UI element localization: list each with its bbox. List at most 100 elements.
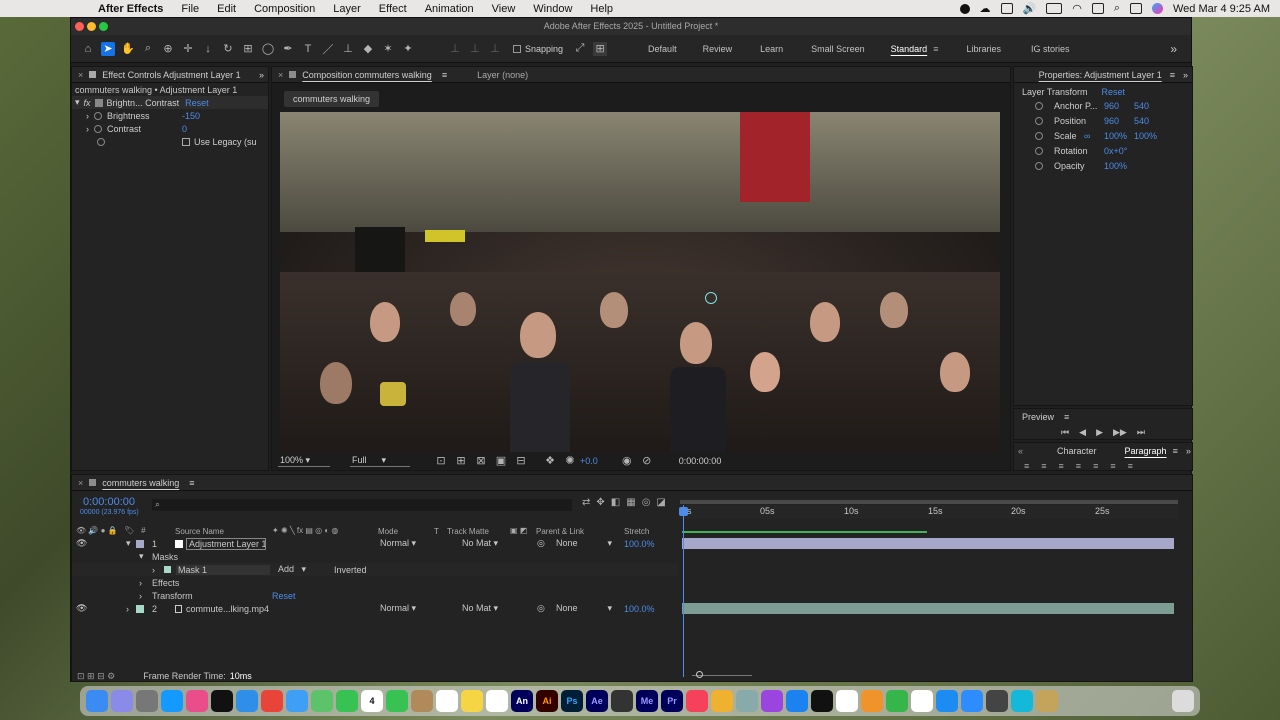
pick-whip-icon[interactable]: ◎ [537,538,545,549]
display-icon[interactable] [1000,3,1013,14]
panel-menu-icon[interactable]: ≡ [1173,446,1178,456]
spotlight-icon[interactable]: ⌕ [1114,2,1120,15]
effects-group-row[interactable]: › Effects [72,576,678,589]
playhead[interactable] [683,505,684,677]
trash-icon[interactable] [1172,690,1194,712]
region-of-interest-icon[interactable]: ▣ [494,454,508,468]
workspace-default[interactable]: Default [638,44,687,54]
justify-all-icon[interactable]: ≡ [1128,461,1133,471]
justify-last-center-icon[interactable]: ≡ [1093,461,1098,471]
after-effects-app-icon[interactable]: Ae [586,690,608,712]
align-left-icon[interactable]: ≡ [1024,461,1029,471]
panel-menu-icon[interactable]: ≡ [1064,412,1069,422]
axis-world-icon[interactable]: ⊥ [468,42,482,56]
parent-dropdown[interactable]: None ▾ [556,603,612,614]
numbers-icon[interactable] [886,690,908,712]
snapping-checkbox[interactable] [513,44,521,53]
brush-tool-icon[interactable]: ／ [321,42,335,56]
system-settings-icon[interactable] [136,690,158,712]
zoom-window-button[interactable] [99,22,108,31]
premiere-app-icon[interactable]: Pr [661,690,683,712]
chevron-right-icon[interactable]: › [139,578,142,588]
panel-overflow-icon[interactable]: » [259,70,264,80]
mode-dropdown[interactable]: Normal ▾ [380,603,416,614]
play-icon[interactable]: ▶ [1096,427,1103,438]
menubar-clock[interactable]: Wed Mar 4 9:25 AM [1173,3,1270,15]
stopwatch-icon[interactable] [1035,116,1043,125]
stretch-value[interactable]: 100.0% [624,539,655,549]
messages-icon[interactable] [386,690,408,712]
first-frame-icon[interactable]: ⏮ [1061,427,1069,438]
keynote-icon[interactable] [786,690,808,712]
contrast-value[interactable]: 0 [182,124,187,134]
roto-brush-icon[interactable]: ✶ [381,42,395,56]
chevron-right-icon[interactable]: › [152,565,155,575]
app-store-icon[interactable] [936,690,958,712]
eraser-tool-icon[interactable]: ◆ [361,42,375,56]
mask-color-swatch[interactable] [164,566,171,573]
stretch-value[interactable]: 100.0% [624,604,655,614]
playhead-handle[interactable] [679,507,688,516]
exposure-icon[interactable]: ✺ [563,454,577,468]
column-header-track-matte[interactable]: Track Matte [447,527,489,536]
record-icon[interactable] [959,3,970,14]
rotate-tool-icon[interactable]: ↻ [221,42,235,56]
adjustment-layer-track[interactable] [682,538,1174,549]
expand-chevron-icon[interactable]: ▾ [126,538,131,549]
tab-overflow-icon[interactable]: « [1018,446,1023,456]
folder-icon[interactable] [1036,690,1058,712]
home-icon[interactable]: ⌂ [81,42,95,56]
track-matte-dropdown[interactable]: No Mat ▾ [462,603,498,614]
mode-dropdown[interactable]: Normal ▾ [380,538,416,549]
maps-icon[interactable] [311,690,333,712]
column-header-stretch[interactable]: Stretch [624,527,649,536]
stopwatch-icon[interactable] [1035,101,1043,110]
freeform-icon[interactable] [486,690,508,712]
menu-window[interactable]: Window [524,3,581,15]
type-tool-icon[interactable]: T [301,42,315,56]
mask-mode-dropdown[interactable]: Add ▾ [278,564,306,575]
video-layer-track[interactable] [682,603,1174,614]
close-panel-icon[interactable]: × [78,70,83,80]
mask-visibility-icon[interactable]: ⊠ [474,454,488,468]
prev-frame-icon[interactable]: ◀ [1079,427,1086,438]
axis-local-icon[interactable]: ⊥ [448,42,462,56]
workspace-overflow-icon[interactable]: » [1170,42,1177,56]
menu-layer[interactable]: Layer [324,3,370,15]
minimize-window-button[interactable] [87,22,96,31]
workspace-standard[interactable]: Standard [881,44,934,54]
selection-tool-icon[interactable]: ➤ [101,41,115,56]
constrain-link-icon[interactable]: ∞ [1084,131,1100,141]
tab-character[interactable]: Character [1057,446,1097,456]
column-header-source-name[interactable]: Source Name [175,527,224,536]
downloads-icon[interactable] [1011,690,1033,712]
illustrator-app-icon[interactable]: Ai [536,690,558,712]
panel-overflow-icon[interactable]: » [1183,70,1188,80]
inverted-label[interactable]: Inverted [334,565,367,575]
photos-icon[interactable] [711,690,733,712]
scale-y-value[interactable]: 100% [1134,131,1157,141]
fx-icon[interactable]: fx [84,98,91,108]
battery-icon[interactable] [1046,3,1063,14]
workspace-menu-icon[interactable]: ≡ [933,44,938,54]
calendar-icon[interactable]: 4 [361,690,383,712]
panel-menu-icon[interactable]: ≡ [189,478,194,488]
resolution-dropdown[interactable]: Full ▾ [350,455,410,467]
comp-mini-flowchart-icon[interactable]: ⇄ [582,497,590,508]
composition-viewer-frame[interactable] [280,112,1000,452]
finder-icon[interactable] [86,690,108,712]
transform-group-row[interactable]: › Transform Reset [72,589,678,602]
fast-previews-icon[interactable]: ⊡ [434,454,448,468]
layer-name[interactable]: commute...lking.mp4 [186,604,269,614]
tab-paragraph[interactable]: Paragraph [1125,446,1167,456]
guides-icon[interactable]: ⊟ [514,454,528,468]
wifi-icon[interactable]: ◠ [1072,2,1082,15]
stopwatch-icon[interactable] [94,124,102,133]
preview-title[interactable]: Preview [1022,412,1054,422]
rotation-value[interactable]: 0x+0° [1104,146,1127,156]
properties-tab[interactable]: Properties: Adjustment Layer 1 ≡ » [1014,67,1192,83]
toggle-switches-icon[interactable]: ⊡ ⊞ ⊟ ⚙ [77,671,115,682]
align-right-icon[interactable]: ≡ [1059,461,1064,471]
transparency-grid-icon[interactable]: ⊞ [454,454,468,468]
axis-view-icon[interactable]: ⊥ [488,42,502,56]
